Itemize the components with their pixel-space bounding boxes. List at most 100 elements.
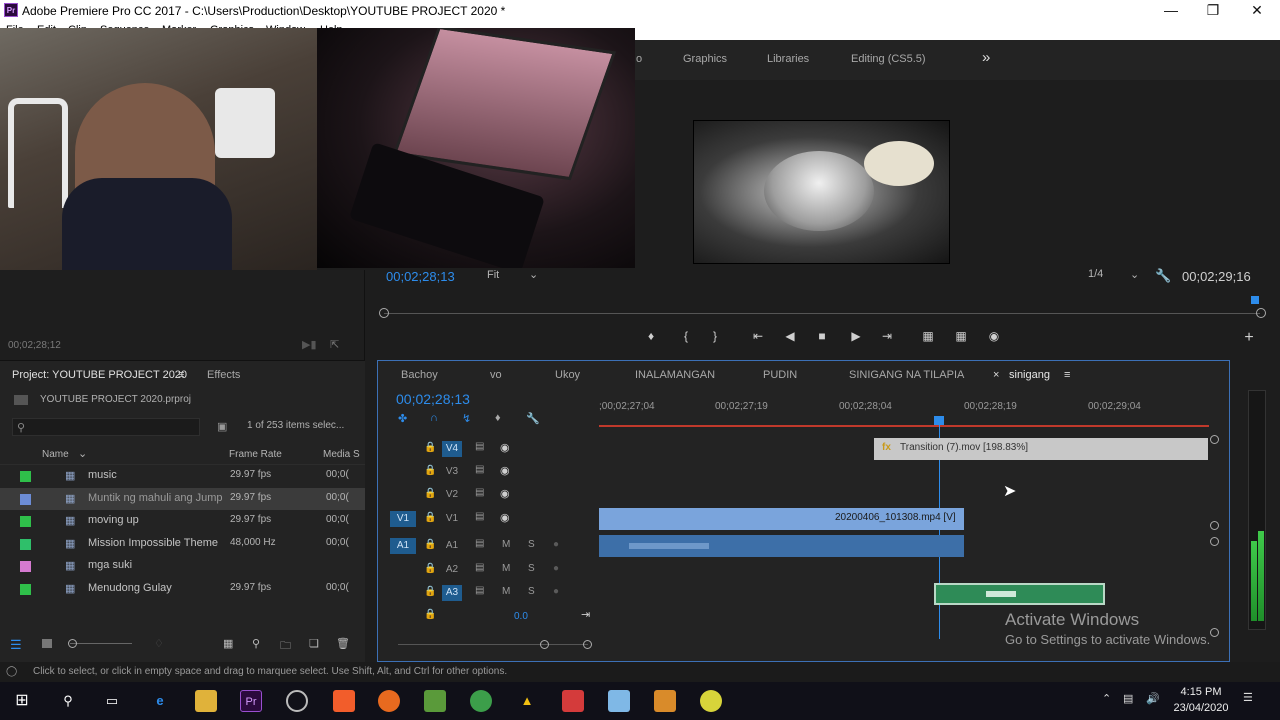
nest-icon[interactable]: ✤: [398, 412, 407, 425]
program-scrubber-bar[interactable]: [384, 313, 1260, 314]
go-to-in-icon[interactable]: ⇤: [751, 329, 765, 343]
mute-button[interactable]: M: [502, 539, 510, 550]
sync-lock-icon[interactable]: ▤: [475, 511, 484, 522]
label-color-swatch[interactable]: [20, 471, 31, 482]
go-to-out-icon[interactable]: ⇥: [880, 329, 894, 343]
microphone-icon[interactable]: ●: [553, 539, 559, 550]
master-volume[interactable]: 0.0: [514, 611, 528, 622]
track-target-v3[interactable]: V3: [442, 464, 462, 480]
icon-view-icon[interactable]: [42, 639, 52, 648]
column-media-start[interactable]: Media S: [323, 449, 360, 460]
linked-selection-icon[interactable]: ↯: [462, 412, 471, 425]
label-color-swatch[interactable]: [20, 561, 31, 572]
workspace-graphics[interactable]: Graphics: [683, 53, 727, 65]
workspace-overflow-icon[interactable]: »: [982, 49, 990, 66]
tab-effects[interactable]: Effects: [207, 369, 240, 381]
label-color-swatch[interactable]: [20, 516, 31, 527]
track-target-a3[interactable]: A3: [442, 585, 462, 601]
eye-icon[interactable]: ◉: [500, 511, 510, 524]
sort-icon[interactable]: ♢: [154, 637, 164, 650]
playhead-handle-icon[interactable]: [934, 416, 944, 425]
sync-lock-icon[interactable]: ▤: [475, 464, 484, 475]
playhead-marker-icon[interactable]: [1251, 296, 1259, 304]
workspace-libraries[interactable]: Libraries: [767, 53, 809, 65]
track-target-v2[interactable]: V2: [442, 487, 462, 503]
zoom-slider[interactable]: [70, 643, 132, 644]
project-search-input[interactable]: ⚲: [12, 418, 200, 436]
task-view-icon[interactable]: ▭: [101, 690, 123, 712]
list-item[interactable]: ▦ mga suki: [0, 555, 365, 577]
label-color-swatch[interactable]: [20, 584, 31, 595]
lock-icon[interactable]: 🔒: [424, 488, 436, 499]
vertical-scroll-handle[interactable]: [1210, 521, 1219, 530]
resolution-dropdown[interactable]: 1/4 ⌄: [1088, 268, 1143, 284]
column-frame-rate[interactable]: Frame Rate: [229, 449, 282, 460]
track-target-a2[interactable]: A2: [442, 562, 462, 578]
microphone-icon[interactable]: ●: [553, 563, 559, 574]
tab-vo[interactable]: vo: [490, 369, 502, 381]
scrubber-start-handle[interactable]: [379, 308, 389, 318]
eye-icon[interactable]: ◉: [500, 464, 510, 477]
zoom-handle-right[interactable]: [583, 640, 592, 649]
program-timecode[interactable]: 00;02;28;13: [386, 269, 455, 284]
lock-icon[interactable]: 🔒: [424, 586, 436, 597]
tray-chevron-icon[interactable]: ⌃: [1102, 692, 1111, 705]
notes-icon[interactable]: [608, 690, 630, 712]
zoom-slider-handle[interactable]: [68, 639, 77, 648]
add-marker-icon[interactable]: ♦: [644, 329, 658, 343]
horizontal-zoom-bar[interactable]: [398, 644, 588, 645]
eye-icon[interactable]: ◉: [500, 487, 510, 500]
source-play-icon[interactable]: ▶▮: [302, 338, 317, 351]
mute-button[interactable]: M: [502, 586, 510, 597]
solo-button[interactable]: S: [528, 586, 535, 597]
game-icon[interactable]: [654, 690, 676, 712]
lock-icon[interactable]: 🔒: [424, 442, 436, 453]
source-settings-icon[interactable]: ⇱: [330, 338, 339, 351]
brave-icon[interactable]: [333, 690, 355, 712]
lock-icon[interactable]: 🔒: [424, 563, 436, 574]
tab-inalamangan[interactable]: INALAMANGAN: [635, 369, 715, 381]
fit-dropdown[interactable]: Fit ⌄: [482, 268, 542, 284]
tab-bachoy[interactable]: Bachoy: [401, 369, 438, 381]
microphone-icon[interactable]: ●: [553, 586, 559, 597]
workspace-partial[interactable]: o: [636, 53, 642, 65]
file-explorer-icon[interactable]: [195, 690, 217, 712]
sync-lock-icon[interactable]: ▤: [475, 585, 484, 596]
tab-sinigang-na-tilapia[interactable]: SINIGANG NA TILAPIA: [849, 369, 964, 381]
firefox-icon[interactable]: [378, 690, 400, 712]
maximize-button[interactable]: ❐: [1198, 2, 1228, 20]
extract-icon[interactable]: ▦: [954, 329, 968, 343]
track-target-v4[interactable]: V4: [442, 441, 462, 457]
sync-lock-icon[interactable]: ▤: [475, 487, 484, 498]
recorder-icon[interactable]: [562, 690, 584, 712]
volume-icon[interactable]: 🔊: [1146, 692, 1160, 705]
lock-icon[interactable]: 🔒: [424, 609, 436, 620]
clip-transition[interactable]: fx Transition (7).mov [198.83%]: [874, 438, 1208, 460]
close-tab-icon[interactable]: ×: [993, 369, 999, 381]
app-icon[interactable]: ▲: [516, 690, 538, 712]
project-menu-icon[interactable]: ≡: [178, 369, 184, 381]
obs-icon[interactable]: [286, 690, 308, 712]
step-back-icon[interactable]: ◀: [783, 329, 797, 343]
close-window-button[interactable]: ✕: [1242, 2, 1272, 20]
lock-icon[interactable]: 🔒: [424, 539, 436, 550]
tab-ukoy[interactable]: Ukoy: [555, 369, 580, 381]
solo-button[interactable]: S: [528, 563, 535, 574]
mark-in-icon[interactable]: {: [679, 329, 693, 343]
zoom-handle-left[interactable]: [540, 640, 549, 649]
column-name[interactable]: Name: [42, 449, 69, 460]
tab-sinigang[interactable]: sinigang: [1009, 369, 1050, 381]
sync-lock-icon[interactable]: ▤: [475, 562, 484, 573]
export-frame-icon[interactable]: ◉: [987, 329, 1001, 343]
search-icon[interactable]: ⚲: [57, 690, 79, 712]
mark-out-icon[interactable]: }: [708, 329, 722, 343]
timeline-wrench-icon[interactable]: 🔧: [526, 412, 540, 425]
add-marker-timeline-icon[interactable]: ♦: [495, 412, 501, 424]
edge-icon[interactable]: e: [149, 690, 171, 712]
list-item[interactable]: ▦ moving up 29.97 fps 00;0(: [0, 510, 365, 532]
timeline-timecode[interactable]: 00;02;28;13: [396, 391, 470, 407]
stop-icon[interactable]: ■: [815, 329, 829, 343]
label-color-swatch[interactable]: [20, 494, 31, 505]
lock-icon[interactable]: 🔒: [424, 512, 436, 523]
notifications-icon[interactable]: ☰: [1243, 691, 1253, 704]
